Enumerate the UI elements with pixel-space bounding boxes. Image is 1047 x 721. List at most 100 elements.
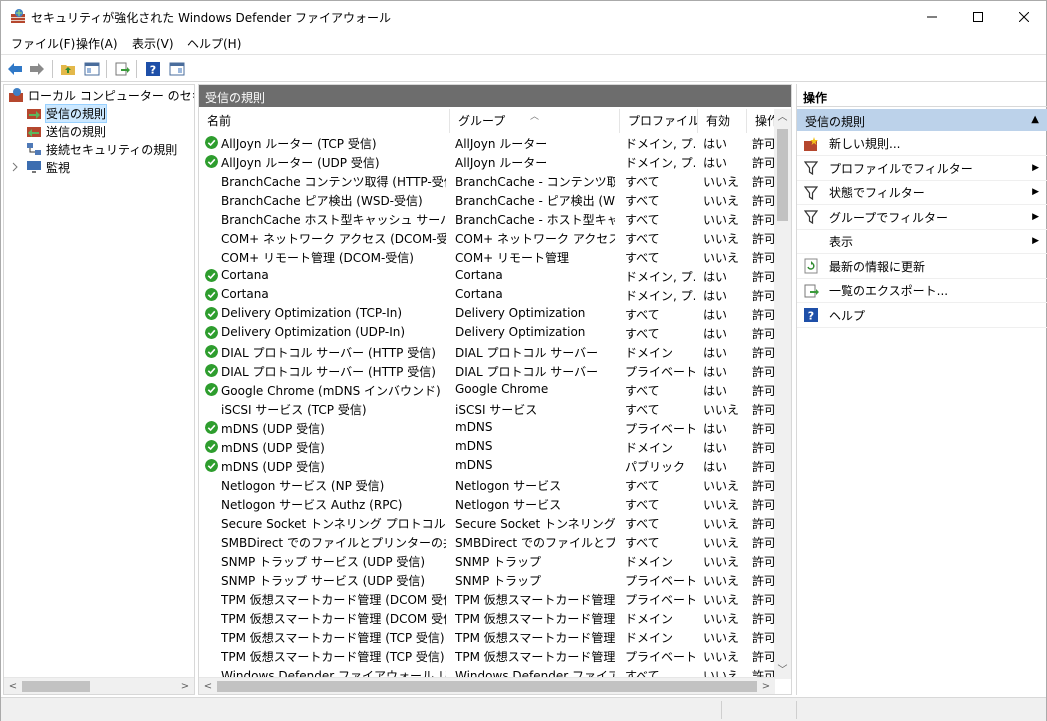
table-row[interactable]: mDNS (UDP 受信) mDNS プライベート はい 許可 [199,418,775,437]
tree-pane-icon [84,62,100,76]
action-item[interactable]: 一覧のエクスポート... [797,279,1047,303]
scroll-right-icon[interactable]: > [759,680,773,693]
scrollbar-thumb[interactable] [22,681,90,692]
maximize-icon [973,11,983,22]
menu-view[interactable]: 表示(V) [132,35,174,52]
rule-enabled: いいえ [703,251,740,265]
action-item[interactable]: 最新の情報に更新 [797,255,1047,279]
title-bar: セキュリティが強化された Windows Defender ファイアウォール [1,1,1046,32]
scrollbar-thumb[interactable] [777,129,788,221]
back-button[interactable] [5,59,25,79]
table-row[interactable]: SMBDirect でのファイルとプリンターの共有 (i... SMBDirect… [199,532,775,551]
tree-item-connection-security[interactable]: 接続セキュリティの規則 [26,140,177,158]
export-button[interactable] [112,59,132,79]
rule-group: DIAL プロトコル サーバー [455,346,599,360]
tree-horizontal-scrollbar[interactable]: < > [4,677,194,694]
scroll-left-icon[interactable]: < [201,680,215,693]
rule-enabled: はい [703,308,728,322]
table-row[interactable]: AllJoyn ルーター (TCP 受信) AllJoyn ルーター ドメイン, プ… [199,133,775,152]
rule-group: Netlogon サービス [455,498,562,512]
table-row[interactable]: BranchCache コンテンツ取得 (HTTP-受信) BranchCache… [199,171,775,190]
rule-group: AllJoyn ルーター [455,156,548,170]
list-horizontal-scrollbar[interactable]: < > [199,677,775,694]
rule-name: COM+ リモート管理 (DCOM-受信) [221,251,414,265]
table-row[interactable]: AllJoyn ルーター (UDP 受信) AllJoyn ルーター ドメイン, プ… [199,152,775,171]
rule-name: BranchCache コンテンツ取得 (HTTP-受信) [221,175,446,189]
minimize-button[interactable] [909,1,955,32]
table-row[interactable]: SNMP トラップ サービス (UDP 受信) SNMP トラップ プライベート,.… [199,570,775,589]
rule-name: Cortana [221,287,269,301]
collapse-up-icon[interactable]: ▲ [1031,114,1039,125]
table-row[interactable]: BranchCache ホスト型キャッシュ サーバー (HT... BranchC… [199,209,775,228]
action-item[interactable]: 新しい規則... [797,132,1047,156]
rule-profile: ドメイン, プ... [625,289,695,303]
table-row[interactable]: mDNS (UDP 受信) mDNS パブリック はい 許可 [199,456,775,475]
scroll-right-icon[interactable]: > [178,680,192,693]
table-row[interactable]: Delivery Optimization (UDP-In) Delivery O… [199,323,775,342]
action-item[interactable]: 状態でフィルター ▶ [797,181,1047,205]
table-row[interactable]: iSCSI サービス (TCP 受信) iSCSI サービス すべて いいえ 許可 [199,399,775,418]
table-row[interactable]: BranchCache ピア検出 (WSD-受信) BranchCache - ピ… [199,190,775,209]
minimize-icon [927,16,937,17]
actions-section-inbound-rules[interactable]: 受信の規則 ▲ [797,109,1047,131]
action-pane-icon [169,62,185,76]
filter-icon [803,209,819,225]
column-header-action[interactable]: 操作 [747,109,775,133]
rule-action: 許可 [752,156,775,170]
maximize-button[interactable] [955,1,1001,32]
help-button[interactable]: ? [143,59,163,79]
tree-root[interactable]: ローカル コンピューター のセキュリティ [8,86,194,104]
chevron-right-icon[interactable] [10,162,20,172]
scrollbar-thumb[interactable] [217,681,757,692]
column-header-profile[interactable]: プロファイル [620,109,698,133]
table-row[interactable]: Secure Socket トンネリング プロトコル (SSTP ... Secu… [199,513,775,532]
enabled-check-icon [205,155,218,168]
table-row[interactable]: DIAL プロトコル サーバー (HTTP 受信) DIAL プロトコル サーバー… [199,342,775,361]
table-row[interactable]: COM+ ネットワーク アクセス (DCOM-受信) COM+ ネットワーク アク… [199,228,775,247]
table-row[interactable]: SNMP トラップ サービス (UDP 受信) SNMP トラップ ドメイン いいえ許… [199,551,775,570]
table-row[interactable]: COM+ リモート管理 (DCOM-受信) COM+ リモート管理 すべて いいえ 許可 [199,247,775,266]
action-item[interactable]: プロファイルでフィルター ▶ [797,157,1047,181]
close-button[interactable] [1001,1,1047,32]
scroll-left-icon[interactable]: < [6,680,20,693]
column-header-name[interactable]: 名前 [199,109,450,133]
table-row[interactable]: mDNS (UDP 受信) mDNS ドメイン はい 許可 [199,437,775,456]
forward-button[interactable] [27,59,47,79]
table-row[interactable]: DIAL プロトコル サーバー (HTTP 受信) DIAL プロトコル サーバー… [199,361,775,380]
scroll-up-icon[interactable]: ︿ [774,109,791,126]
show-action-pane-button[interactable] [167,59,187,79]
table-row[interactable]: Cortana Cortana ドメイン, プ... はい 許可 [199,266,775,285]
enabled-check-icon [205,288,218,301]
table-row[interactable]: TPM 仮想スマートカード管理 (DCOM 受信) TPM 仮想スマートカード管理… [199,608,775,627]
up-folder-button[interactable] [58,59,78,79]
rule-action: 許可 [752,460,775,474]
rule-action: 許可 [752,175,775,189]
rule-group: Delivery Optimization [455,306,586,320]
forward-arrow-icon [30,63,44,75]
table-row[interactable]: Cortana Cortana ドメイン, プ... はい 許可 [199,285,775,304]
action-item[interactable]: 表示 ▶ [797,230,1047,254]
scroll-down-icon[interactable]: ﹀ [774,662,791,679]
rule-enabled: はい [703,365,728,379]
rule-enabled: はい [703,327,728,341]
tree-item-outbound-rules[interactable]: 送信の規則 [26,122,106,140]
table-row[interactable]: TPM 仮想スマートカード管理 (TCP 受信) TPM 仮想スマートカード管理プ… [199,646,775,665]
tree-item-inbound-rules[interactable]: 受信の規則 [26,103,108,123]
menu-action[interactable]: 操作(A) [76,35,118,52]
action-item[interactable]: ? ヘルプ [797,304,1047,328]
table-row[interactable]: Netlogon サービス Authz (RPC) Netlogon サービス すべ… [199,494,775,513]
rule-profile: すべて [625,175,660,189]
table-row[interactable]: Netlogon サービス (NP 受信) Netlogon サービス すべて いいえ… [199,475,775,494]
table-row[interactable]: Google Chrome (mDNS インバウンド) Google Chrome… [199,380,775,399]
folder-up-icon [61,65,75,75]
list-vertical-scrollbar[interactable]: ︿ ﹀ [774,109,791,679]
table-row[interactable]: TPM 仮想スマートカード管理 (TCP 受信) TPM 仮想スマートカード管理ド… [199,627,775,646]
menu-file[interactable]: ファイル(F) [11,35,75,52]
column-header-enabled[interactable]: 有効 [698,109,747,133]
menu-help[interactable]: ヘルプ(H) [187,35,241,52]
table-row[interactable]: Delivery Optimization (TCP-In) Delivery O… [199,304,775,323]
table-row[interactable]: TPM 仮想スマートカード管理 (DCOM 受信) TPM 仮想スマートカード管理… [199,589,775,608]
tree-item-monitoring[interactable]: 監視 [10,158,70,176]
action-item[interactable]: グループでフィルター ▶ [797,206,1047,230]
show-hide-tree-button[interactable] [82,59,102,79]
